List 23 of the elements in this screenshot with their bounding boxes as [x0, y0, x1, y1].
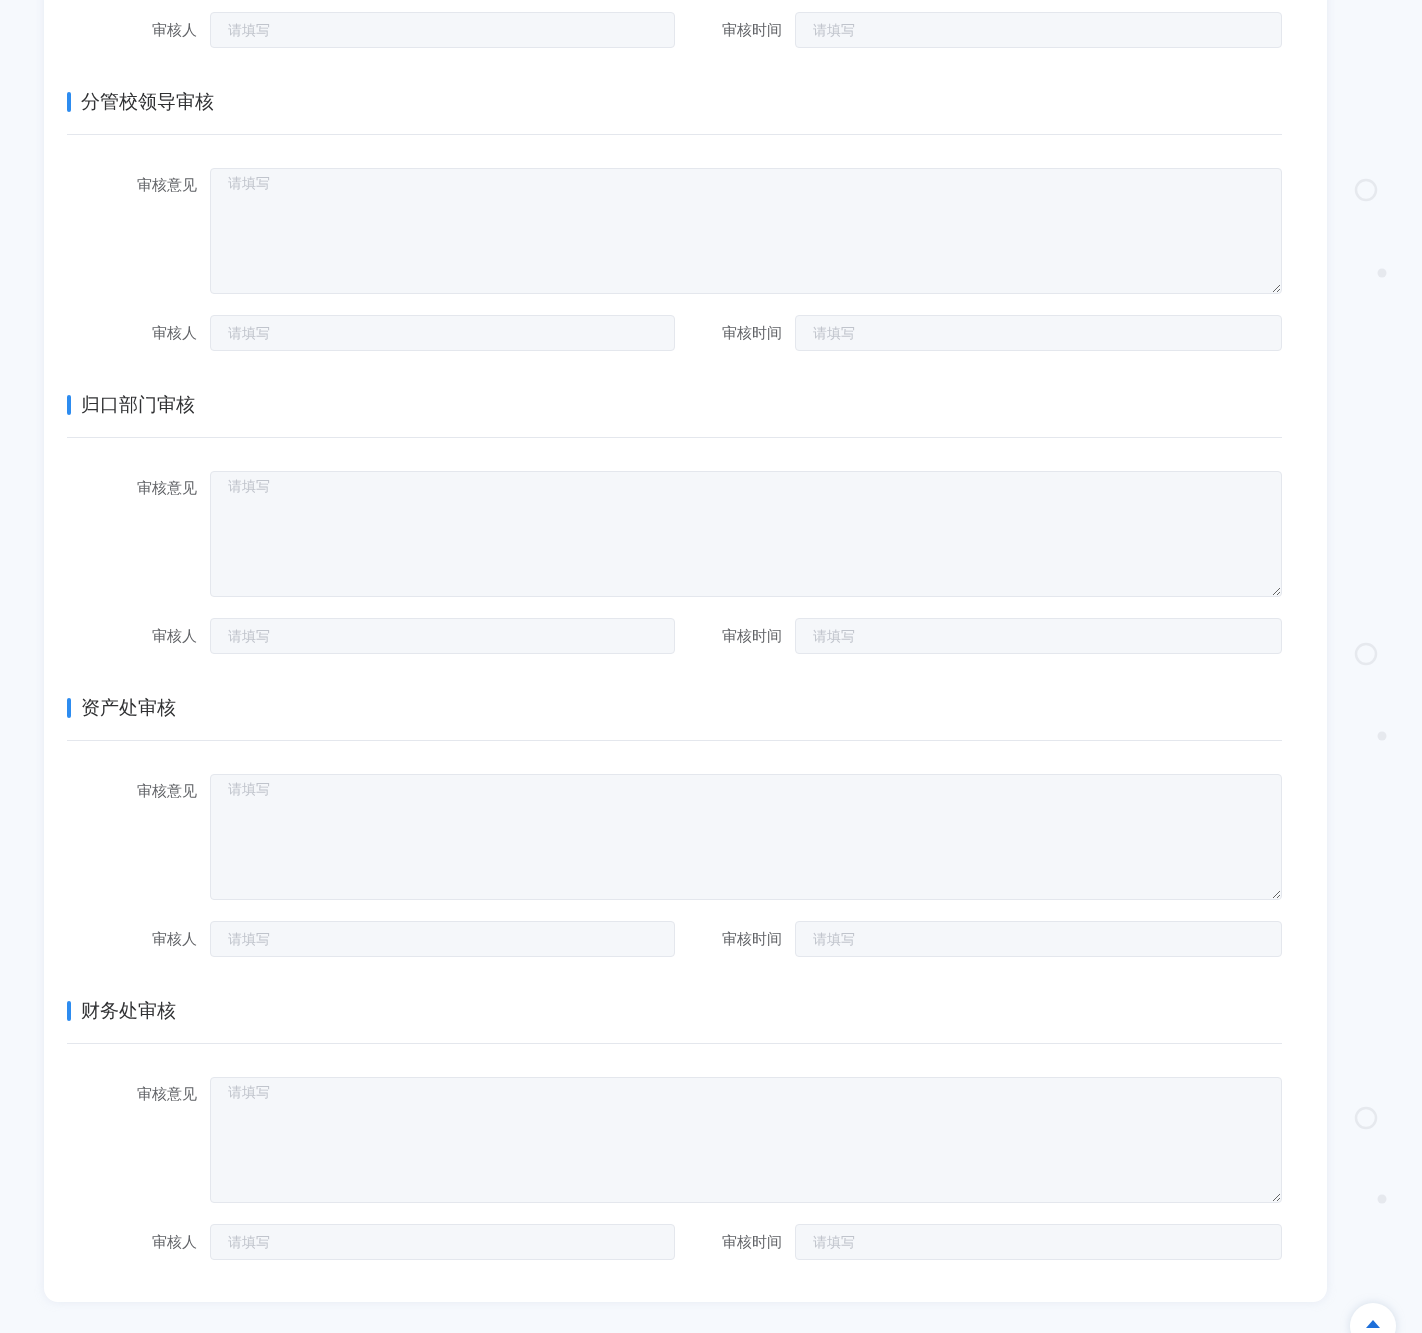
title-accent — [67, 698, 71, 718]
field-label: 审核人 — [151, 323, 198, 343]
field-label: 审核人 — [151, 626, 198, 646]
title-accent — [67, 92, 71, 112]
field-label: 审核时间 — [720, 1232, 783, 1252]
field-label: 审核意见 — [136, 1084, 198, 1105]
field-label: 审核人 — [151, 1232, 198, 1252]
section-title: 财务处审核 — [81, 998, 176, 1023]
caret-up-icon — [1366, 1320, 1380, 1328]
field-label: 审核时间 — [720, 323, 783, 343]
title-accent — [67, 395, 71, 415]
title-accent — [67, 1001, 71, 1021]
field-label: 审核时间 — [720, 929, 783, 949]
field-label: 审核意见 — [136, 175, 198, 196]
field-label: 审核人 — [151, 929, 198, 949]
field-label: 审核意见 — [136, 781, 198, 802]
field-label: 审核意见 — [136, 478, 198, 499]
field-label: 审核时间 — [720, 626, 783, 646]
section-title: 资产处审核 — [81, 695, 176, 720]
section-title: 分管校领导审核 — [81, 89, 214, 114]
field-label: 审核人 — [151, 20, 198, 40]
field-label: 审核时间 — [720, 20, 783, 40]
section-title: 归口部门审核 — [81, 392, 195, 417]
